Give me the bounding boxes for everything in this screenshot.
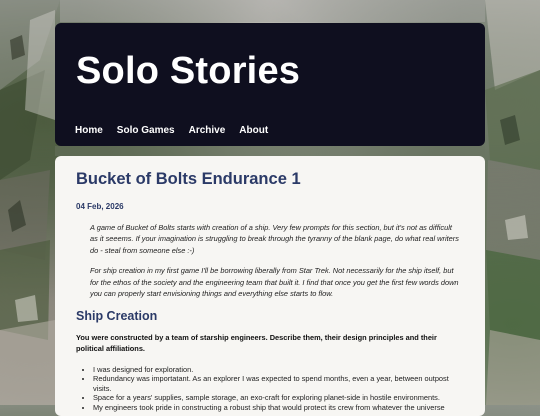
ship-details-list: I was designed for exploration. Redundan… — [76, 365, 465, 413]
nav-archive-link[interactable]: Archive — [189, 126, 226, 136]
list-item: My engineers took pride in constructing … — [93, 403, 465, 413]
section-heading-ship-creation: Ship Creation — [76, 308, 158, 323]
nav-about-link[interactable]: About — [239, 126, 268, 136]
nav-home-link[interactable]: Home — [75, 126, 103, 136]
main-nav: Home Solo Games Archive About — [75, 126, 268, 136]
list-item: Redundancy was importatant. As an explor… — [93, 374, 465, 393]
post-content: Bucket of Bolts Endurance 1 04 Feb, 2026… — [55, 156, 485, 416]
post-date: 04 Feb, 2026 — [76, 201, 124, 211]
intro-paragraph-1: A game of Bucket of Bolts starts with cr… — [90, 222, 459, 255]
intro-paragraph-2: For ship creation in my first game I'll … — [90, 266, 459, 299]
nav-solo-games-link[interactable]: Solo Games — [117, 126, 175, 136]
intro-quote: A game of Bucket of Bolts starts with cr… — [90, 222, 461, 300]
site-header: Solo Stories Home Solo Games Archive Abo… — [55, 23, 485, 146]
post-title: Bucket of Bolts Endurance 1 — [76, 170, 301, 188]
site-title[interactable]: Solo Stories — [76, 52, 300, 90]
list-item: I was designed for exploration. — [93, 365, 465, 375]
section-prompt: You were constructed by a team of starsh… — [76, 332, 437, 354]
list-item: Space for a years' supplies, sample stor… — [93, 393, 465, 403]
